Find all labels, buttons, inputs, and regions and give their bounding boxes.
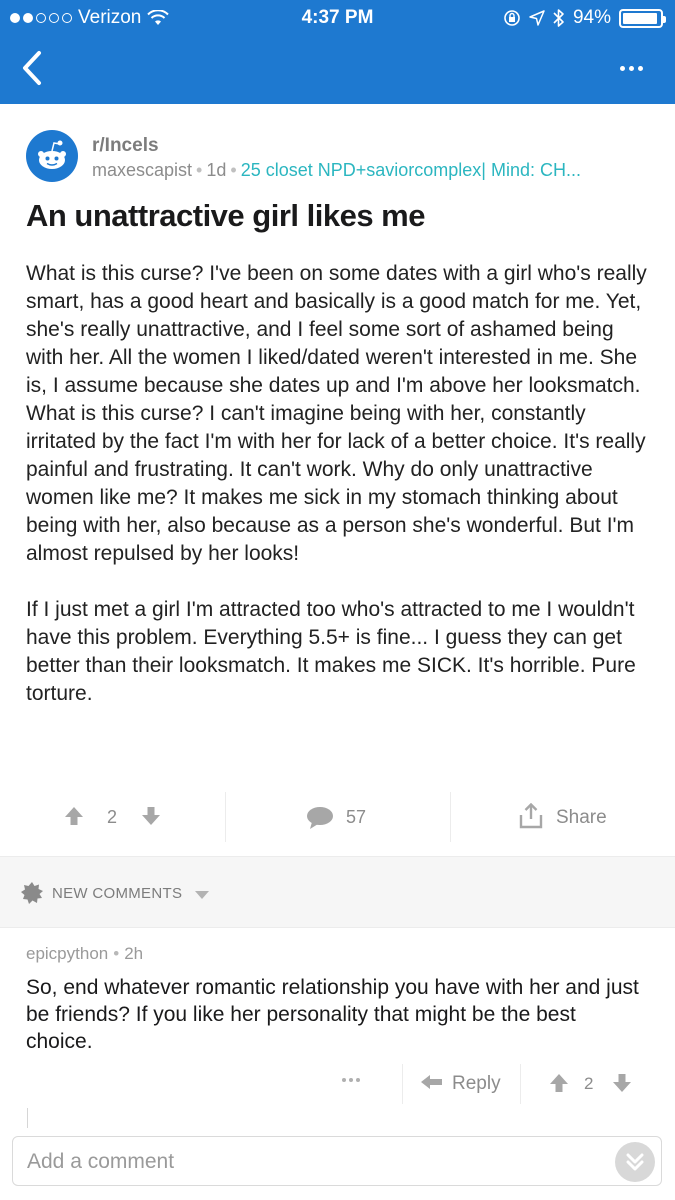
post-score: 2 — [107, 807, 118, 827]
comment-sort-bar[interactable]: NEW COMMENTS — [0, 856, 675, 928]
upvote-button[interactable] — [64, 806, 84, 831]
more-options-button[interactable] — [611, 56, 651, 80]
downvote-button[interactable] — [141, 806, 161, 831]
comment-age: 2h — [124, 944, 144, 963]
post-paragraph: If I just met a girl I'm attracted too w… — [26, 598, 636, 705]
add-comment-placeholder: Add a comment — [27, 1150, 175, 1173]
status-bar: Verizon 4:37 PM 94% — [0, 0, 675, 36]
sort-label: NEW COMMENTS — [52, 885, 183, 902]
battery-icon — [619, 8, 666, 28]
arrow-down-icon — [613, 1074, 631, 1092]
status-right: 94% — [503, 7, 666, 29]
reddit-snoo-icon — [38, 140, 66, 169]
post-meta: maxescapist • 1d • 25 closet NPD+saviorcompl… — [92, 160, 652, 181]
post-paragraph: What is this curse? I've been on some da… — [26, 262, 647, 565]
post-header: r/Incels maxescapist • 1d • 25 closet NPD+sa… — [26, 130, 646, 186]
comment-item: epicpython • 2h So, end whatever romantic … — [0, 928, 675, 1128]
arrow-up-icon — [550, 1074, 568, 1092]
comment-upvote-button[interactable] — [549, 1073, 569, 1098]
comment-meta: epicpython • 2h — [26, 944, 143, 964]
comments-button[interactable] — [306, 806, 334, 835]
post-body: What is this curse? I've been on some da… — [26, 260, 651, 736]
comment-score: 2 — [584, 1074, 594, 1093]
share-label[interactable]: Share — [556, 807, 607, 829]
chevron-left-icon — [23, 51, 41, 85]
more-dot — [628, 65, 634, 71]
reply-label[interactable]: Reply — [452, 1073, 501, 1095]
comment-thread-line — [27, 1108, 28, 1128]
post-age: 1d — [206, 160, 227, 180]
post-action-bar: 2 57 Share — [0, 790, 675, 846]
reply-arrow-icon — [421, 1075, 442, 1089]
action-divider — [225, 792, 226, 842]
meta-separator: • — [113, 944, 120, 963]
more-horizontal-icon — [619, 65, 625, 71]
sort-new-icon — [20, 881, 44, 910]
share-icon — [519, 802, 543, 829]
rotation-lock-icon — [504, 10, 520, 26]
comment-more-button[interactable] — [342, 1078, 360, 1082]
reply-button[interactable] — [420, 1074, 444, 1097]
location-arrow-icon — [529, 10, 545, 26]
comment-body: So, end whatever romantic relationship y… — [26, 976, 639, 1053]
battery-fill — [623, 12, 657, 24]
meta-separator: • — [230, 160, 237, 180]
jump-to-bottom-button[interactable] — [615, 1142, 655, 1182]
arrow-down-icon — [142, 807, 160, 825]
subreddit-avatar[interactable] — [26, 130, 78, 182]
comment-action-divider — [402, 1064, 403, 1104]
meta-separator: • — [196, 160, 203, 180]
comment-downvote-button[interactable] — [612, 1073, 632, 1098]
top-bar: Verizon 4:37 PM 94% — [0, 0, 675, 104]
comment-action-divider — [520, 1064, 521, 1104]
post-author[interactable]: maxescapist — [92, 160, 192, 180]
back-button[interactable] — [14, 48, 50, 88]
add-comment-input[interactable]: Add a comment — [12, 1136, 662, 1186]
speech-bubble-icon — [307, 807, 333, 829]
bluetooth-icon — [553, 9, 564, 27]
share-button[interactable] — [519, 802, 543, 834]
arrow-up-icon — [65, 807, 83, 825]
battery-percentage: 94% — [572, 7, 611, 28]
post-title: An unattractive girl likes me — [26, 198, 425, 233]
more-dot — [356, 1078, 360, 1082]
comment-author[interactable]: epicpython — [26, 944, 108, 963]
more-dot — [637, 65, 643, 71]
comment-count: 57 — [346, 807, 367, 827]
subreddit-name[interactable]: r/Incels — [92, 135, 159, 157]
more-dot — [349, 1078, 353, 1082]
user-flair: 25 closet NPD+saviorcomplex| Mind: CH... — [240, 160, 581, 180]
more-horizontal-icon — [342, 1078, 346, 1082]
chevron-down-icon — [194, 887, 210, 905]
double-chevron-down-icon — [626, 1153, 644, 1171]
action-divider — [450, 792, 451, 842]
